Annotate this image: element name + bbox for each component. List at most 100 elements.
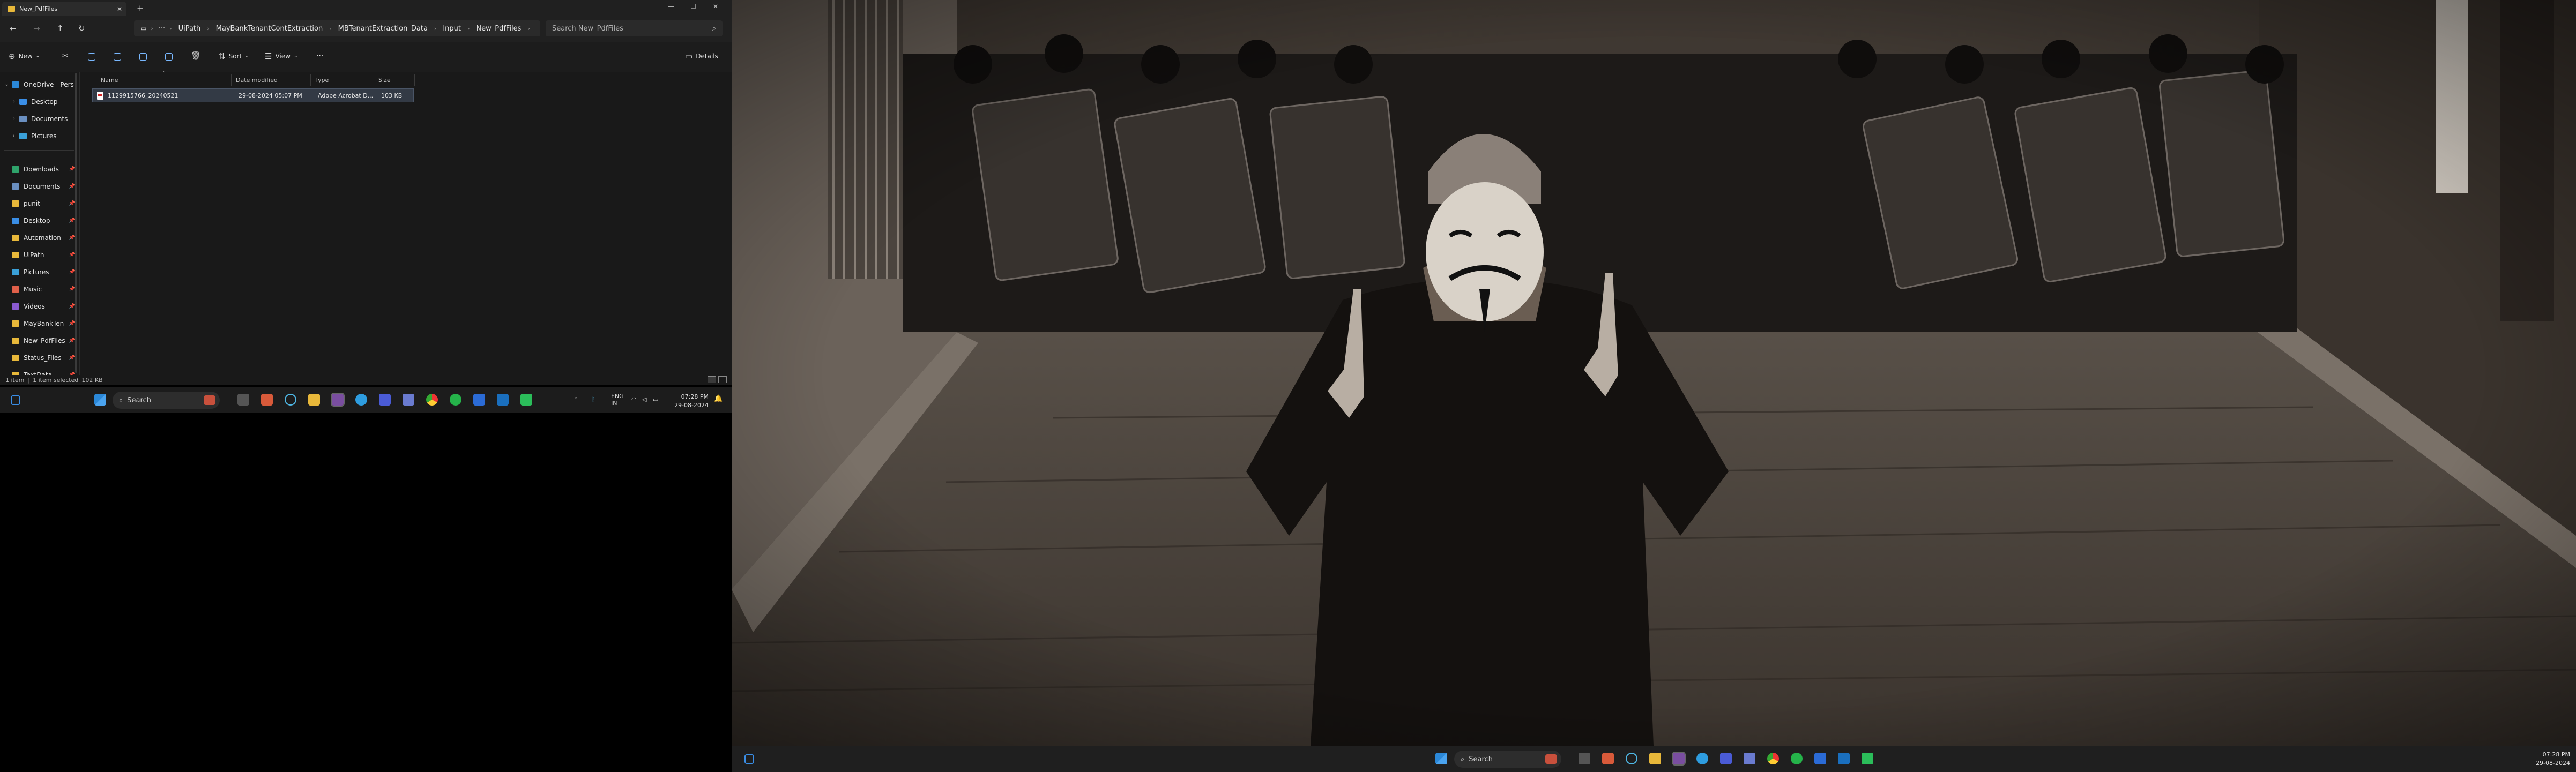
forward-arrow-icon[interactable]: → [33,24,40,33]
nav-scrollbar[interactable] [75,73,77,373]
windows-start-icon[interactable] [94,394,106,406]
search-input[interactable]: Search New_PdfFiles ⌕ [546,20,723,36]
copilot-icon[interactable] [261,394,273,406]
pane-divider[interactable] [79,72,80,375]
rename-icon[interactable] [139,53,147,61]
sidebar-item[interactable]: UiPath 📌 [0,248,79,263]
sidebar-item[interactable]: › Pictures [0,129,79,144]
sidebar-item[interactable]: New_PdfFiles 📌 [0,333,79,348]
new-tab-button[interactable]: + [137,3,144,13]
breadcrumb-item[interactable]: UiPath [178,25,201,33]
sidebar-item[interactable]: punit 📌 [0,196,79,211]
column-header-date[interactable]: Date modified [232,74,311,86]
sidebar-item[interactable]: Music 📌 [0,282,79,297]
notification-icon[interactable]: 🔔 [714,395,723,403]
refresh-icon[interactable]: ↻ [78,24,85,33]
wifi-icon[interactable]: ◠ [631,396,637,403]
sort-button[interactable]: ⇅ Sort ⌄ [219,51,249,61]
clock[interactable]: 07:28 PM 29-08-2024 [674,393,709,410]
word-icon[interactable] [473,394,485,406]
sidebar-item[interactable]: › Documents [0,111,79,126]
sidebar-item[interactable]: Documents 📌 [0,179,79,194]
cut-icon[interactable]: ✂ [62,51,69,61]
task-view-icon[interactable] [237,394,249,406]
breadcrumb-item[interactable]: MBTenantExtraction_Data [338,25,428,33]
windows-start-icon[interactable] [1435,753,1447,764]
chevron-right-icon[interactable]: › [10,99,18,104]
language-indicator[interactable]: ENG IN [611,393,624,407]
uipath-studio-icon[interactable] [497,394,509,406]
sidebar-item[interactable]: ⌄ OneDrive - Pers [0,77,79,92]
app-icon[interactable] [1744,753,1755,764]
more-breadcrumb-icon[interactable]: ··· [159,25,165,33]
clock[interactable]: 07:28 PM 29-08-2024 [2527,751,2570,768]
teams-icon[interactable] [1720,753,1732,764]
close-window-button[interactable]: ✕ [713,3,718,10]
chevron-right-icon[interactable]: › [10,116,18,122]
column-header-type[interactable]: Type [311,74,374,86]
app-icon[interactable] [1672,752,1686,766]
file-explorer-icon[interactable] [1649,753,1661,764]
file-explorer-icon[interactable] [308,394,320,406]
task-view-icon[interactable] [1579,753,1590,764]
delete-icon[interactable]: 🗑 [191,51,201,61]
view-button[interactable]: ☰ View ⌄ [265,51,297,61]
app-icon[interactable] [1862,753,1873,764]
up-arrow-icon[interactable]: ↑ [57,24,64,33]
teams-icon[interactable] [379,394,391,406]
uipath-studio-icon[interactable] [1838,753,1850,764]
tab-new-pdffiles[interactable]: New_PdfFiles ✕ [2,2,126,16]
edge-icon[interactable] [1696,753,1708,764]
copy-icon[interactable] [88,53,95,61]
breadcrumb[interactable]: ▭ › ··· › UiPath › MayBankTenantContExtr… [134,20,540,36]
sidebar-item[interactable]: MayBankTen 📌 [0,316,79,331]
maximize-button[interactable]: ☐ [690,3,696,10]
chevron-right-icon[interactable]: › [10,133,18,139]
taskbar-search[interactable]: ⌕ Search [1454,751,1561,768]
new-button[interactable]: ⊕ New ⌄ [9,51,40,61]
edge-icon[interactable] [355,394,367,406]
details-button[interactable]: ▭ Details [685,51,718,61]
sidebar-item[interactable]: Desktop 📌 [0,213,79,228]
chrome-icon[interactable] [1767,753,1779,764]
details-view-button[interactable] [708,376,716,383]
app-icon[interactable] [331,393,345,407]
minimize-button[interactable]: — [668,3,674,10]
volume-icon[interactable]: ◁ [642,396,646,403]
date-label: 29-08-2024 [674,402,709,409]
chevron-up-icon[interactable]: ⌃ [574,396,578,403]
app-icon[interactable] [520,394,532,406]
sidebar-item[interactable]: Downloads 📌 [0,162,79,177]
more-options-button[interactable]: ··· [316,51,323,60]
app-icon[interactable] [403,394,414,406]
column-header-name[interactable]: Name [96,74,232,86]
chrome-icon[interactable] [426,394,438,406]
back-arrow-icon[interactable]: ← [10,24,17,33]
widgets-icon[interactable] [744,754,754,764]
widgets-icon[interactable] [11,395,20,405]
close-tab-icon[interactable]: ✕ [117,5,122,13]
battery-icon[interactable]: ▭ [653,396,658,403]
cortana-icon[interactable] [1626,753,1637,764]
whatsapp-icon[interactable] [1791,753,1803,764]
sidebar-item[interactable]: Videos 📌 [0,299,79,314]
sidebar-item[interactable]: Status_Files 📌 [0,350,79,365]
bluetooth-icon[interactable]: ᛒ [592,396,595,403]
word-icon[interactable] [1814,753,1826,764]
copilot-icon[interactable] [1602,753,1614,764]
sidebar-item[interactable]: Automation 📌 [0,230,79,245]
cortana-icon[interactable] [285,394,296,406]
breadcrumb-item[interactable]: MayBankTenantContExtraction [216,25,323,33]
share-icon[interactable] [165,53,173,61]
taskbar-search[interactable]: ⌕ Search [113,392,220,409]
breadcrumb-item[interactable]: New_PdfFiles [476,25,521,33]
column-header-size[interactable]: Size [374,74,415,86]
table-row[interactable]: 1129915766_20240521 29-08-2024 05:07 PM … [92,88,414,102]
tiles-view-button[interactable] [718,376,727,383]
whatsapp-icon[interactable] [450,394,461,406]
breadcrumb-item[interactable]: Input [443,25,461,33]
chevron-down-icon[interactable]: ⌄ [2,82,11,87]
sidebar-item[interactable]: Pictures 📌 [0,265,79,280]
sidebar-item[interactable]: › Desktop [0,94,79,109]
paste-icon[interactable] [114,53,121,61]
